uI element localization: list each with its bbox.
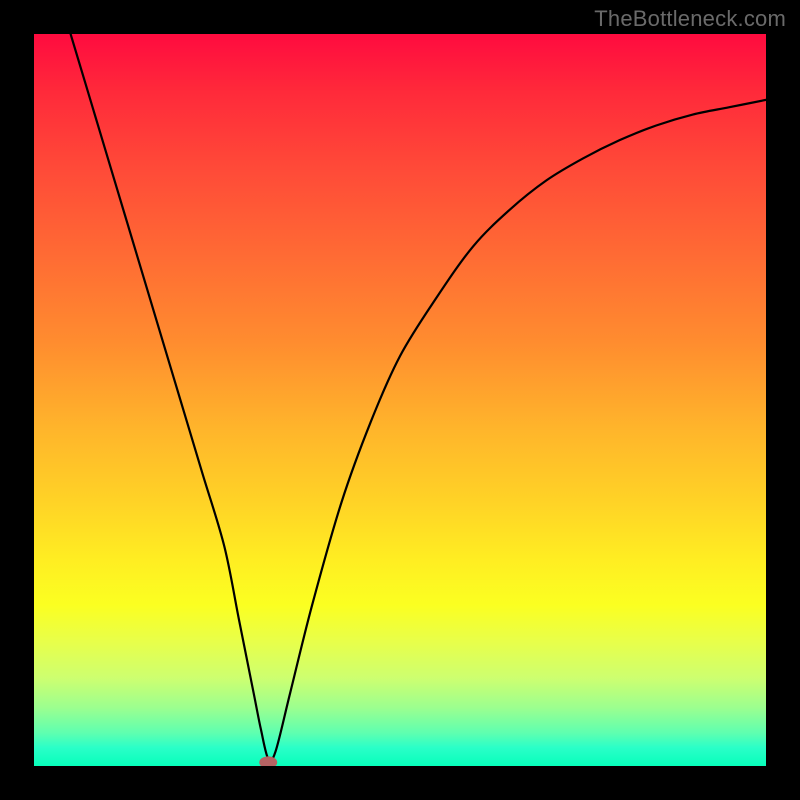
chart-frame: TheBottleneck.com: [0, 0, 800, 800]
min-point-marker: [259, 756, 277, 766]
watermark-text: TheBottleneck.com: [594, 6, 786, 32]
plot-area: [34, 34, 766, 766]
curve-svg: [34, 34, 766, 766]
bottleneck-curve: [71, 34, 766, 761]
